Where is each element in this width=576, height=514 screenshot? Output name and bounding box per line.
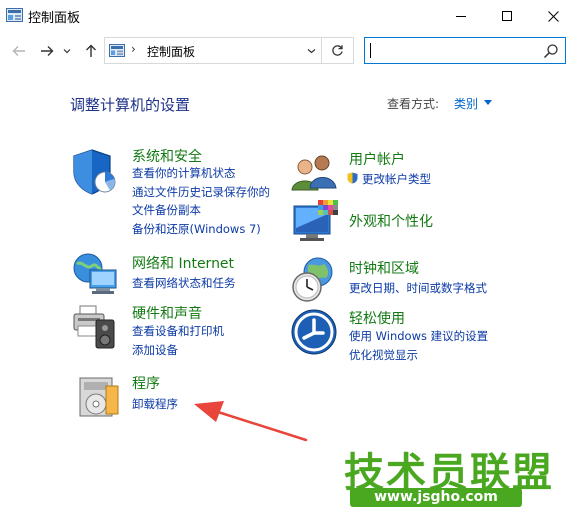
link-change-date-time-format[interactable]: 更改日期、时间或数字格式 [349,281,487,296]
link-view-network-status[interactable]: 查看网络状态和任务 [132,276,236,291]
category-title-hardware-sound[interactable]: 硬件和声音 [132,303,202,323]
address-history-button[interactable] [301,38,321,63]
view-by-dropdown[interactable]: 类别 [454,95,478,112]
navigation-bar: › 控制面板 [0,32,576,70]
maximize-button[interactable] [484,0,530,32]
category-title-clock-region[interactable]: 时钟和区域 [349,258,419,278]
forward-button[interactable] [36,40,58,62]
search-icon[interactable] [543,43,559,59]
link-recommended-settings[interactable]: 使用 Windows 建议的设置 [349,329,488,344]
link-view-computer-status[interactable]: 查看你的计算机状态 [132,166,236,181]
uac-shield-icon [347,172,358,184]
link-add-device[interactable]: 添加设备 [132,343,178,358]
link-file-backup-copy[interactable]: 文件备份副本 [132,203,201,218]
breadcrumb-separator: › [131,42,136,56]
up-button[interactable] [80,40,102,62]
back-button[interactable] [8,40,30,62]
category-title-network-internet[interactable]: 网络和 Internet [132,253,234,273]
appearance-monitor-icon[interactable] [290,200,338,248]
control-panel-icon [6,8,23,22]
address-bar[interactable]: › 控制面板 [104,37,354,64]
breadcrumb-control-panel[interactable]: 控制面板 [147,43,195,60]
link-optimize-visual-display[interactable]: 优化视觉显示 [349,348,418,363]
refresh-button[interactable] [321,38,353,63]
chevron-down-icon [307,48,315,53]
close-button[interactable] [530,0,576,32]
network-globe-icon[interactable] [72,250,120,298]
category-title-user-accounts[interactable]: 用户帐户 [349,149,405,169]
text-cursor [370,43,371,58]
control-panel-icon [109,44,125,57]
category-title-appearance[interactable]: 外观和个性化 [349,211,433,231]
view-by-chevron-icon[interactable] [484,100,492,105]
clock-region-icon[interactable] [290,256,338,304]
printer-icon[interactable] [72,302,120,350]
link-change-account-type[interactable]: 更改帐户类型 [362,172,431,187]
watermark: 技术员联盟 www.jsgho.com [344,440,552,512]
watermark-url: www.jsgho.com [350,488,522,507]
programs-icon[interactable] [76,372,124,420]
arrow-right-icon [41,46,54,56]
maximize-icon [502,11,512,21]
minimize-button[interactable] [438,0,484,32]
search-input[interactable] [369,41,539,60]
category-title-programs[interactable]: 程序 [132,373,160,393]
link-file-history-backup[interactable]: 通过文件历史记录保存你的 [132,185,270,200]
link-backup-restore[interactable]: 备份和还原(Windows 7) [132,222,261,237]
recent-locations-button[interactable] [60,40,74,62]
link-view-devices-printers[interactable]: 查看设备和打印机 [132,324,224,339]
minimize-icon [456,16,466,17]
arrow-up-icon [86,44,96,57]
category-title-system-security[interactable]: 系统和安全 [132,146,202,166]
title-bar: 控制面板 [0,0,576,32]
close-icon [547,10,559,22]
ease-of-access-icon[interactable] [290,308,338,356]
user-accounts-icon[interactable] [290,150,338,198]
annotation-arrow-icon [194,401,308,442]
security-shield-icon[interactable] [72,148,120,196]
chevron-down-icon [63,49,71,54]
arrow-left-icon [12,46,25,56]
link-uninstall-program[interactable]: 卸载程序 [132,397,178,412]
view-by-label: 查看方式: [387,97,440,111]
category-title-ease-of-access[interactable]: 轻松使用 [349,308,405,328]
window-title: 控制面板 [28,11,81,26]
search-box[interactable] [364,37,566,64]
refresh-icon [332,45,343,56]
page-heading: 调整计算机的设置 [70,96,191,114]
